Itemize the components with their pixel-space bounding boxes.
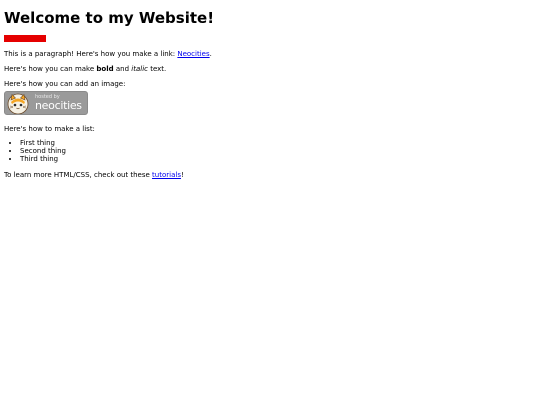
intro-text-end: . [209, 50, 212, 58]
neocities-badge-image: hosted by neocities [4, 91, 88, 115]
page: Welcome to my Website! This is a paragra… [0, 0, 540, 405]
tutorials-link[interactable]: tutorials [152, 171, 181, 179]
formatting-text: Here's how you can make [4, 65, 97, 73]
intro-paragraph: This is a paragraph! Here's how you make… [4, 50, 536, 58]
italic-text: italic [131, 65, 148, 73]
list-item: Third thing [20, 155, 536, 163]
formatting-end: text. [147, 65, 167, 73]
image-intro: Here's how you can add an image: [4, 80, 126, 88]
example-list: First thing Second thing Third thing [4, 139, 536, 163]
bold-text: bold [96, 65, 114, 73]
badge-brand-label: neocities [35, 99, 82, 112]
red-banner [4, 35, 46, 42]
formatting-paragraph: Here's how you can make bold and italic … [4, 65, 536, 73]
list-intro: Here's how to make a list: [4, 125, 95, 133]
list-item: First thing [20, 139, 536, 147]
learn-more-paragraph: To learn more HTML/CSS, check out these … [4, 171, 536, 179]
intro-text: This is a paragraph! Here's how you make… [4, 50, 178, 58]
page-title: Welcome to my Website! [4, 9, 215, 27]
neocities-cat-icon [7, 93, 29, 114]
learn-more-end: ! [180, 171, 184, 179]
list-item: Second thing [20, 147, 536, 155]
neocities-link[interactable]: Neocities [177, 50, 209, 58]
formatting-middle: and [113, 65, 132, 73]
learn-more-text: To learn more HTML/CSS, check out these [4, 171, 153, 179]
